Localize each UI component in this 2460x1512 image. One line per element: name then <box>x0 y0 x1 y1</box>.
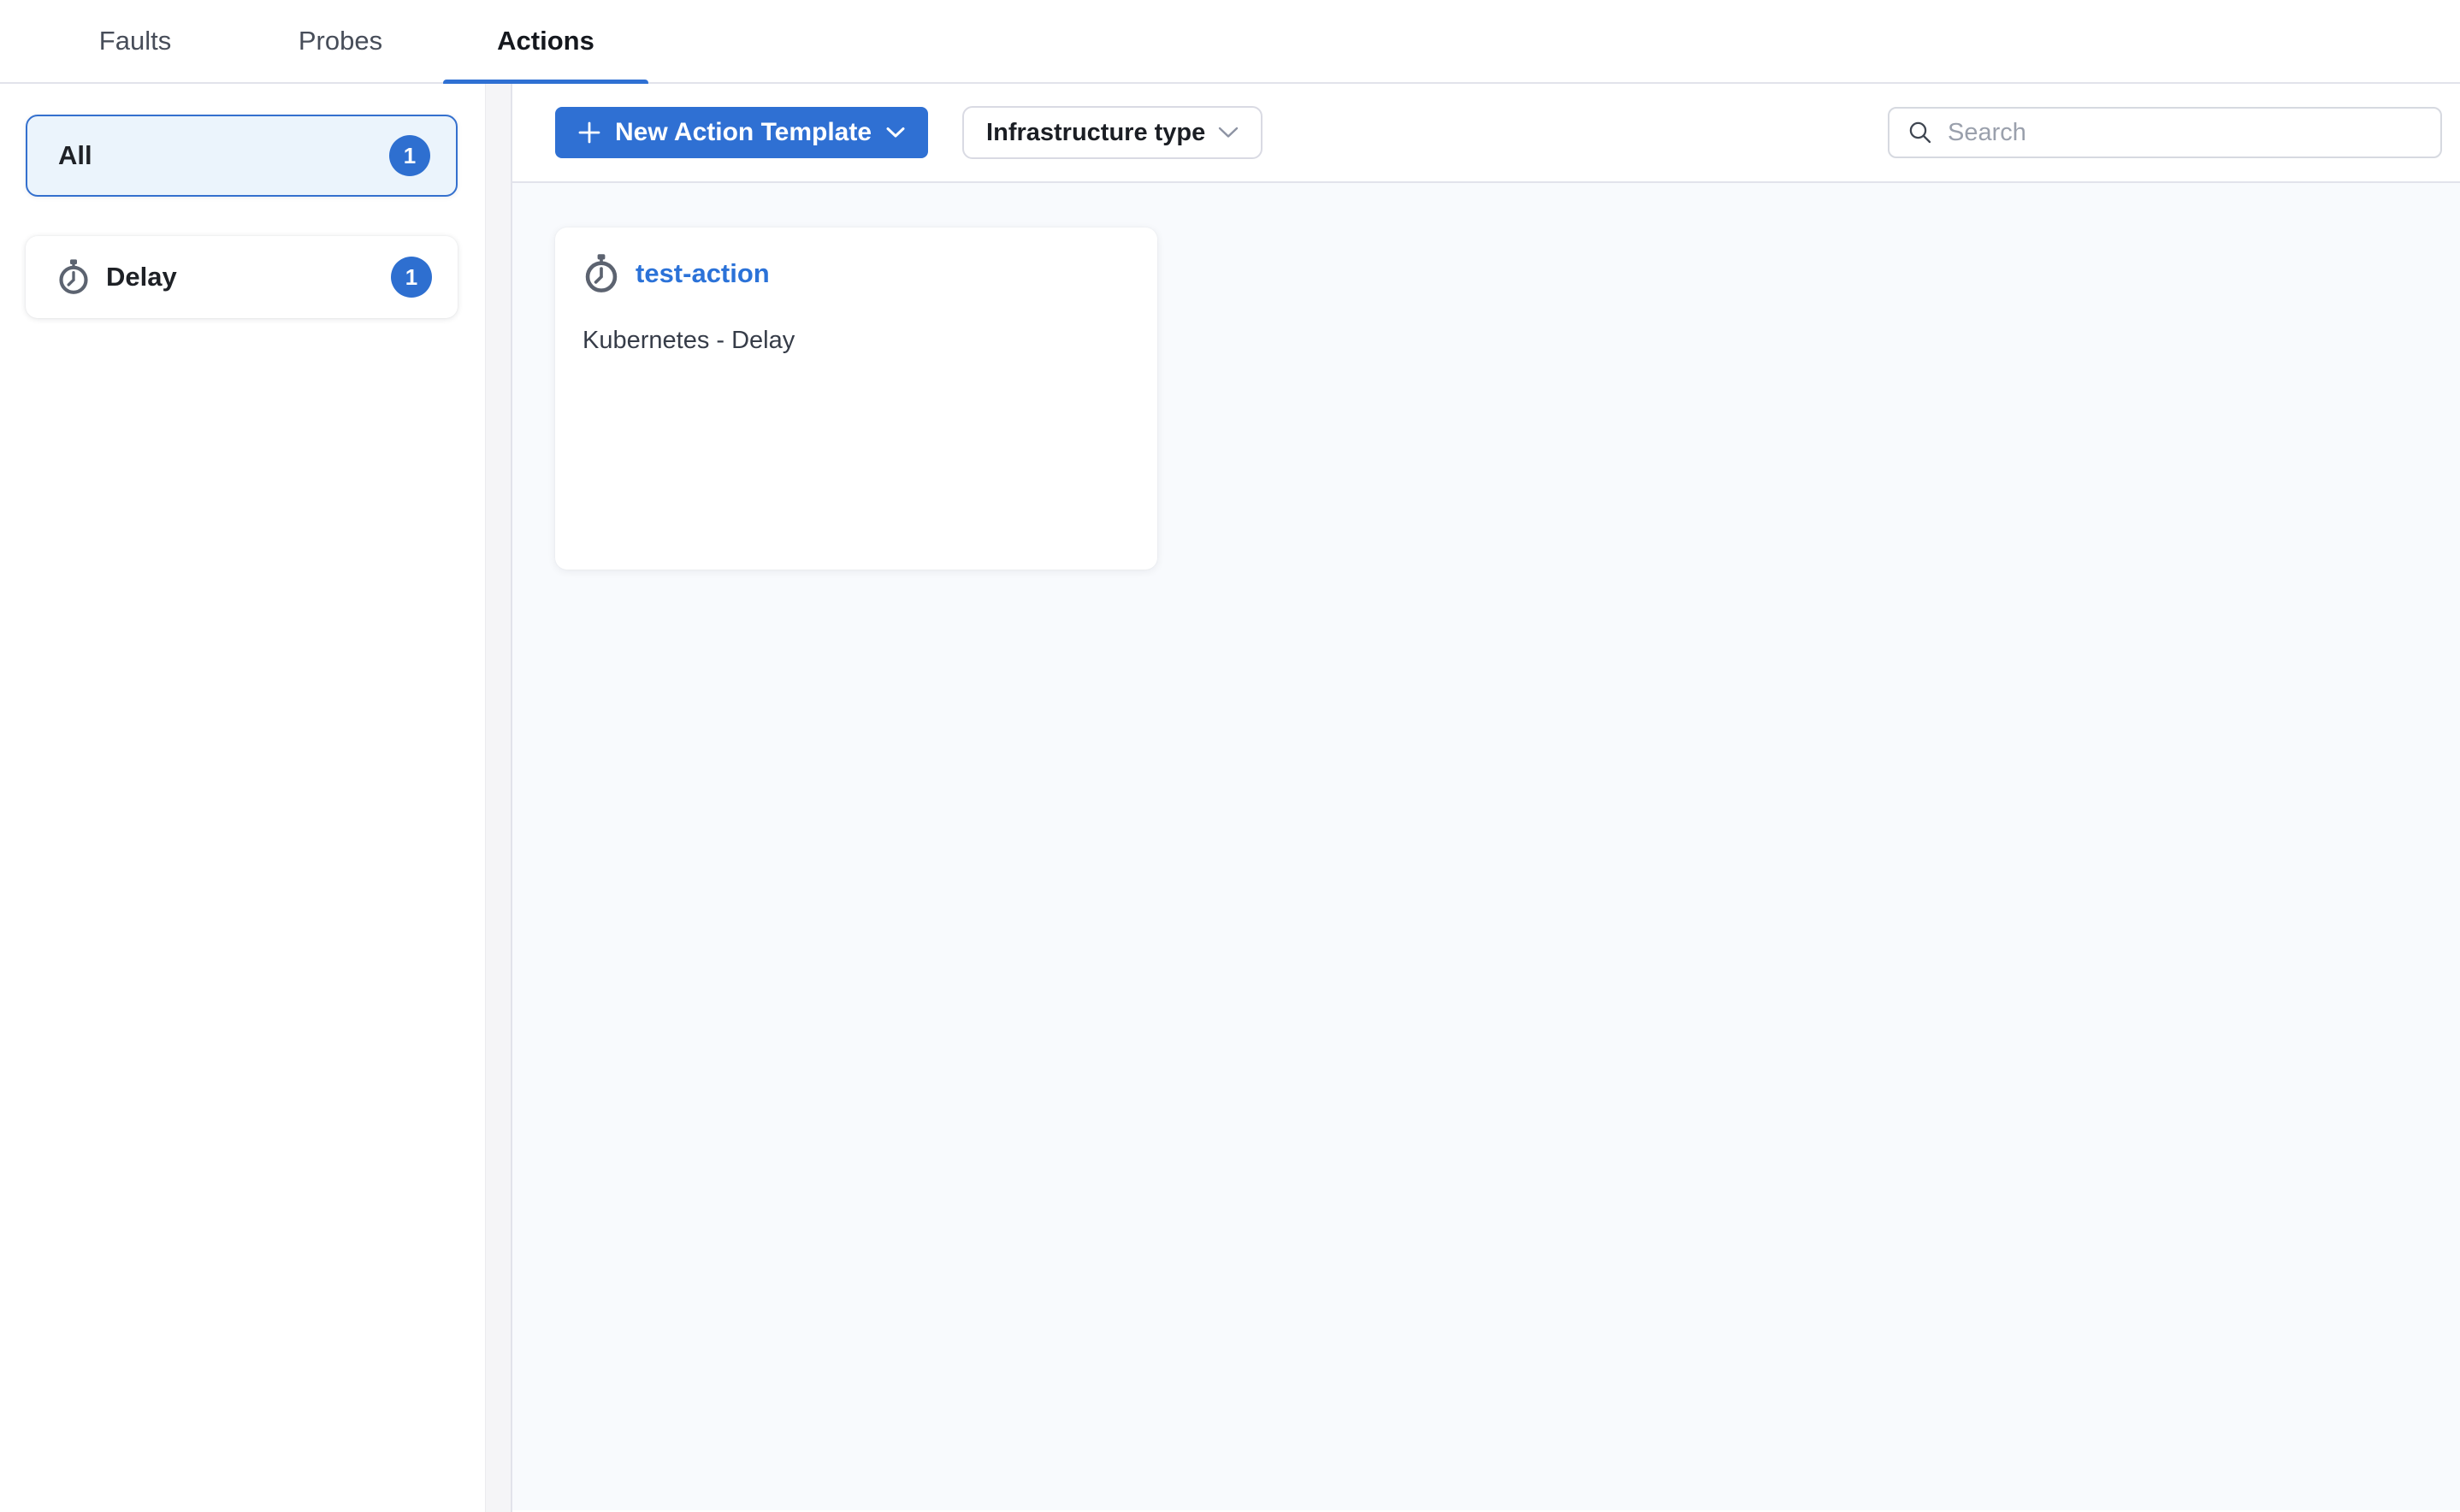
sidebar-item-all[interactable]: All 1 <box>26 115 458 197</box>
tab-probes-label: Probes <box>299 26 382 56</box>
search-input[interactable] <box>1948 119 2423 147</box>
tab-bar: Faults Probes Actions <box>0 0 2460 84</box>
tab-faults[interactable]: Faults <box>33 0 238 82</box>
tab-actions[interactable]: Actions <box>443 0 648 82</box>
search-box <box>1888 107 2442 158</box>
new-action-template-label: New Action Template <box>615 118 872 147</box>
action-card-subtitle: Kubernetes - Delay <box>582 327 1130 355</box>
sidebar-item-delay[interactable]: Delay 1 <box>26 236 458 318</box>
search-icon <box>1907 119 1934 146</box>
sidebar-item-label: Delay <box>106 262 177 292</box>
main-panel: New Action Template Infrastructure type <box>512 84 2460 1512</box>
count-badge: 1 <box>391 257 432 298</box>
tab-probes[interactable]: Probes <box>238 0 443 82</box>
stopwatch-icon <box>56 258 91 296</box>
sidebar-item-label: All <box>58 140 92 171</box>
infrastructure-type-select[interactable]: Infrastructure type <box>962 106 1263 159</box>
count-badge: 1 <box>389 135 430 176</box>
sidebar-scrollbar[interactable] <box>485 84 511 1512</box>
stopwatch-icon <box>582 253 620 294</box>
chevron-down-icon <box>1216 126 1240 139</box>
tab-actions-label: Actions <box>497 26 594 56</box>
action-templates-grid: test-action Kubernetes - Delay <box>512 183 2460 1510</box>
filter-sidebar: All 1 Delay 1 <box>0 84 485 1512</box>
infrastructure-type-value: Infrastructure type <box>986 119 1205 147</box>
actions-toolbar: New Action Template Infrastructure type <box>512 84 2460 183</box>
new-action-template-button[interactable]: New Action Template <box>555 107 928 158</box>
tabs: Faults Probes Actions <box>33 0 648 84</box>
chevron-down-icon <box>885 127 906 139</box>
card-header: test-action <box>582 253 1130 294</box>
action-card-title-link[interactable]: test-action <box>636 258 770 289</box>
action-template-card: test-action Kubernetes - Delay <box>555 227 1157 570</box>
plus-icon <box>577 121 601 145</box>
tab-faults-label: Faults <box>99 26 171 56</box>
